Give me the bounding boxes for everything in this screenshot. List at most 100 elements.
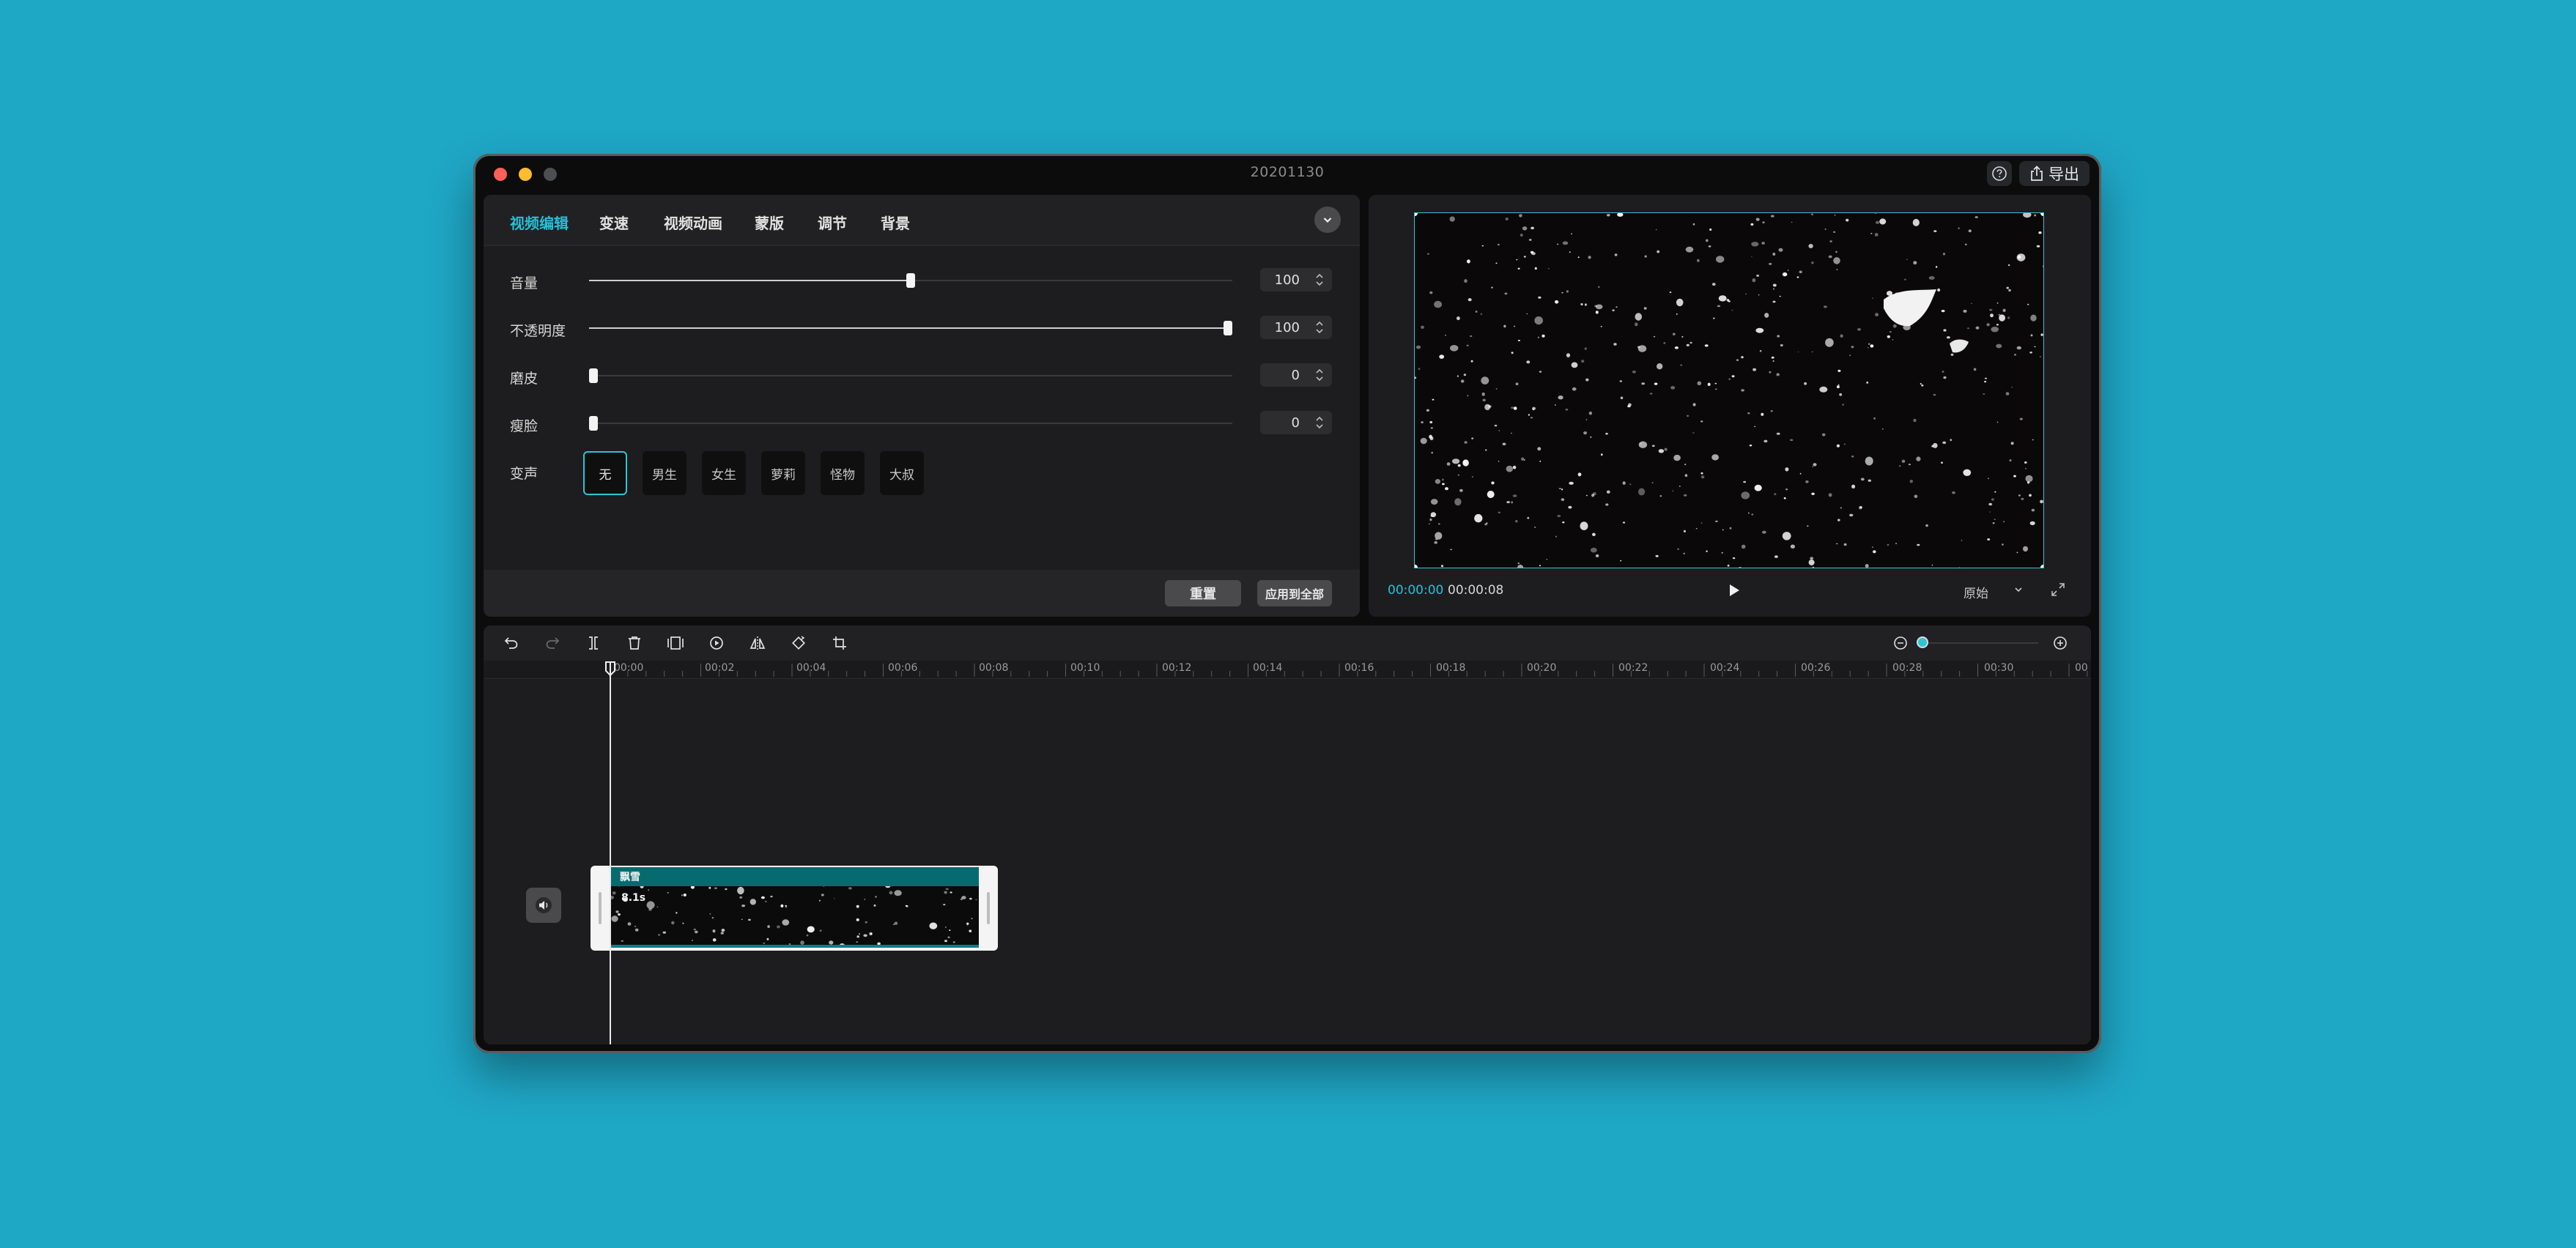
undo-button[interactable] (501, 633, 522, 653)
snow-video-frame (1415, 213, 2043, 568)
clip-trim-right-handle[interactable] (987, 892, 990, 924)
opacity-stepper[interactable]: 100 (1260, 316, 1332, 339)
tab-video-animation[interactable]: 视频动画 (664, 212, 722, 233)
opacity-slider-fill (589, 327, 1232, 329)
redo-button[interactable] (542, 633, 563, 653)
ruler-label: 00:10 (1070, 662, 1100, 674)
share-icon (2031, 166, 2043, 181)
mirror-button[interactable] (747, 633, 768, 653)
fullscreen-icon[interactable] (2050, 582, 2066, 598)
clip-name: 飘雪 (620, 872, 640, 883)
current-timecode: 00:00:00 (1388, 583, 1444, 598)
voice-option-loli[interactable]: 萝莉 (761, 451, 805, 495)
apply-to-all-button[interactable]: 应用到全部 (1257, 580, 1332, 606)
trash-icon (629, 636, 640, 650)
voice-option-none[interactable]: 无 (583, 451, 627, 495)
voice-option-uncle[interactable]: 大叔 (880, 451, 924, 495)
reverse-button[interactable] (706, 633, 727, 653)
tab-background[interactable]: 背景 (881, 212, 910, 233)
ruler-label: 00:26 (1801, 662, 1831, 674)
slim-slider[interactable] (589, 416, 1232, 431)
ruler-label: 00:22 (1618, 662, 1648, 674)
slim-value: 0 (1291, 415, 1300, 431)
undo-icon (504, 637, 518, 649)
opacity-slider[interactable] (589, 321, 1232, 335)
chevron-down-icon (1323, 218, 1332, 223)
collapse-button[interactable] (1314, 207, 1341, 233)
volume-slider[interactable] (589, 273, 1232, 288)
opacity-label: 不透明度 (510, 323, 566, 339)
ruler-label: 00:00 (614, 662, 644, 674)
crop-handle-top-right[interactable] (2040, 213, 2043, 216)
ruler-label: 00:08 (979, 662, 1009, 674)
edit-tabs: 视频编辑 变速 视频动画 蒙版 调节 背景 (484, 195, 1360, 246)
stepper-arrows-icon[interactable] (1314, 271, 1325, 289)
chevron-down-icon[interactable] (2013, 584, 2024, 595)
ruler-label: 00:24 (1710, 662, 1740, 674)
ruler-label: 00:12 (1162, 662, 1192, 674)
tab-mask[interactable]: 蒙版 (755, 212, 784, 233)
volume-slider-thumb[interactable] (906, 273, 915, 288)
smooth-stepper[interactable]: 0 (1260, 363, 1332, 387)
zoom-in-icon (2054, 636, 2067, 650)
smooth-label: 磨皮 (510, 371, 538, 387)
ruler-label: 00:16 (1344, 662, 1374, 674)
stepper-arrows-icon[interactable] (1314, 366, 1325, 384)
reverse-play-icon (710, 636, 723, 650)
slim-stepper[interactable]: 0 (1260, 411, 1332, 434)
app-window: 20201130 导出 视频编辑 变速 视频动画 蒙版 调节 背景 音量 100… (473, 154, 2101, 1053)
redo-icon (546, 637, 560, 649)
video-preview[interactable] (1414, 212, 2044, 568)
smooth-slider[interactable] (589, 368, 1232, 383)
freeze-frame-button[interactable] (665, 633, 686, 653)
voice-option-male[interactable]: 男生 (643, 451, 686, 495)
split-button[interactable] (583, 633, 604, 653)
time-ruler[interactable]: 00:00 00:02 00:04 00:06 00:08 00:10 00:1… (484, 661, 2091, 679)
zoom-slider-track[interactable] (1928, 642, 2038, 644)
playhead[interactable] (610, 662, 611, 1044)
volume-stepper[interactable]: 100 (1260, 268, 1332, 291)
split-icon (589, 636, 598, 650)
crop-button[interactable] (829, 633, 850, 653)
edit-panel-footer: 重置 应用到全部 (484, 570, 1360, 617)
stepper-arrows-icon[interactable] (1314, 319, 1325, 336)
aspect-ratio-select[interactable]: 原始 (1964, 583, 1988, 601)
rotate-button[interactable] (788, 633, 809, 653)
opacity-slider-thumb[interactable] (1224, 321, 1232, 335)
ruler-label: 00:18 (1436, 662, 1466, 674)
volume-slider-fill (589, 280, 911, 281)
export-button[interactable]: 导出 (2019, 161, 2090, 186)
reset-button[interactable]: 重置 (1165, 580, 1241, 606)
tab-speed[interactable]: 变速 (599, 212, 629, 233)
ruler-label: 00:14 (1253, 662, 1283, 674)
smooth-slider-thumb[interactable] (589, 368, 598, 383)
tab-video-edit[interactable]: 视频编辑 (510, 212, 569, 233)
ruler-label: 00 (2075, 662, 2088, 674)
export-label: 导出 (2048, 166, 2079, 183)
tab-adjust[interactable]: 调节 (818, 212, 847, 233)
stepper-arrows-icon[interactable] (1314, 414, 1325, 431)
zoom-slider-thumb[interactable] (1917, 636, 1928, 648)
volume-value: 100 (1274, 272, 1300, 288)
smooth-value: 0 (1291, 368, 1300, 383)
video-clip[interactable]: 飘雪 8.1s (591, 866, 998, 951)
zoom-out-icon (1894, 636, 1907, 650)
crop-handle-bottom-left[interactable] (1415, 565, 1418, 568)
zoom-in-button[interactable] (2050, 633, 2070, 653)
voice-option-female[interactable]: 女生 (702, 451, 746, 495)
freeze-frame-icon (667, 636, 684, 650)
ruler-label: 00:02 (705, 662, 735, 674)
zoom-out-button[interactable] (1890, 633, 1911, 653)
play-icon[interactable] (1725, 582, 1742, 599)
timeline-panel: 00:00 00:02 00:04 00:06 00:08 00:10 00:1… (484, 625, 2091, 1044)
opacity-value: 100 (1274, 320, 1300, 335)
track-mute-button[interactable] (526, 888, 561, 923)
slim-slider-thumb[interactable] (589, 416, 598, 431)
clip-trim-left-handle[interactable] (599, 892, 602, 924)
help-button[interactable] (1987, 161, 2012, 186)
voice-option-monster[interactable]: 怪物 (821, 451, 865, 495)
rotate-icon (792, 636, 805, 650)
delete-button[interactable] (624, 633, 645, 653)
crop-handle-bottom-right[interactable] (2040, 565, 2043, 568)
voice-options: 无 男生 女生 萝莉 怪物 大叔 (583, 451, 950, 495)
